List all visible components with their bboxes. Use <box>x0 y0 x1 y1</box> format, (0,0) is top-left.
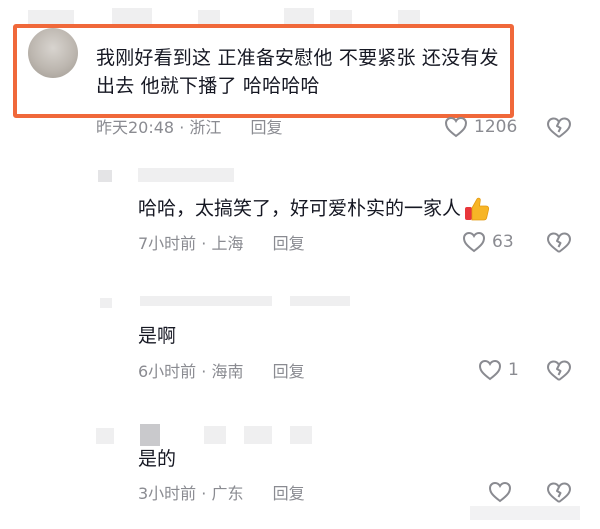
blurred-username <box>140 424 160 446</box>
comment-time: 7小时前 <box>138 234 197 253</box>
dislike-button[interactable] <box>546 116 572 140</box>
dislike-button[interactable] <box>546 359 572 383</box>
blurred-watermark <box>470 506 580 520</box>
comment-meta: 6小时前 · 海南 回复 <box>138 362 305 381</box>
blurred-username <box>112 8 152 24</box>
heart-outline-icon <box>478 359 502 381</box>
comment-location: 上海 <box>211 234 244 253</box>
broken-heart-icon <box>546 359 572 383</box>
blurred-username <box>138 168 234 182</box>
like-button[interactable]: 1206 <box>444 116 517 138</box>
comment-location: 浙江 <box>189 118 222 137</box>
broken-heart-icon <box>546 116 572 140</box>
like-count: 63 <box>492 232 514 252</box>
blurred-username <box>290 426 312 444</box>
dislike-button[interactable] <box>546 231 572 255</box>
like-button[interactable]: 63 <box>462 231 514 253</box>
heart-outline-icon <box>462 231 486 253</box>
comment-meta: 昨天20:48 · 浙江 回复 <box>96 118 283 137</box>
blurred-username <box>244 426 272 444</box>
blurred-username <box>98 170 112 182</box>
blurred-username <box>290 296 350 306</box>
dislike-button[interactable] <box>546 481 572 505</box>
blurred-username <box>100 298 112 308</box>
blurred-username <box>28 10 74 24</box>
like-count: 1206 <box>474 117 518 137</box>
highlight-box <box>13 24 514 118</box>
comment-time: 昨天20:48 <box>96 118 175 137</box>
reply-button[interactable]: 回复 <box>273 484 305 503</box>
blurred-username <box>398 10 420 24</box>
blurred-username <box>140 296 272 306</box>
comment-location: 海南 <box>211 362 244 381</box>
reply-button[interactable]: 回复 <box>273 362 305 381</box>
reply-button[interactable]: 回复 <box>273 234 305 253</box>
like-button[interactable]: 1 <box>478 359 519 381</box>
blurred-username <box>330 10 352 24</box>
blurred-username <box>198 10 220 24</box>
comment-location: 广东 <box>211 484 244 503</box>
like-button[interactable] <box>488 481 518 503</box>
reply-button[interactable]: 回复 <box>251 118 283 137</box>
comment-meta: 3小时前 · 广东 回复 <box>138 484 305 503</box>
comment-text: 哈哈，太搞笑了，好可爱朴实的一家人 <box>138 195 491 223</box>
comment-text: 是的 <box>138 448 177 470</box>
broken-heart-icon <box>546 481 572 505</box>
comment-time: 6小时前 <box>138 362 197 381</box>
comment-meta: 7小时前 · 上海 回复 <box>138 234 305 253</box>
broken-heart-icon <box>546 231 572 255</box>
heart-outline-icon <box>444 116 468 138</box>
heart-outline-icon <box>488 481 512 503</box>
comment-time: 3小时前 <box>138 484 197 503</box>
thumbs-up-emoji <box>463 195 491 223</box>
comment-text: 是啊 <box>138 325 177 347</box>
blurred-username <box>284 8 314 24</box>
blurred-username <box>204 426 226 444</box>
like-count: 1 <box>508 360 519 380</box>
blurred-username <box>96 428 114 444</box>
